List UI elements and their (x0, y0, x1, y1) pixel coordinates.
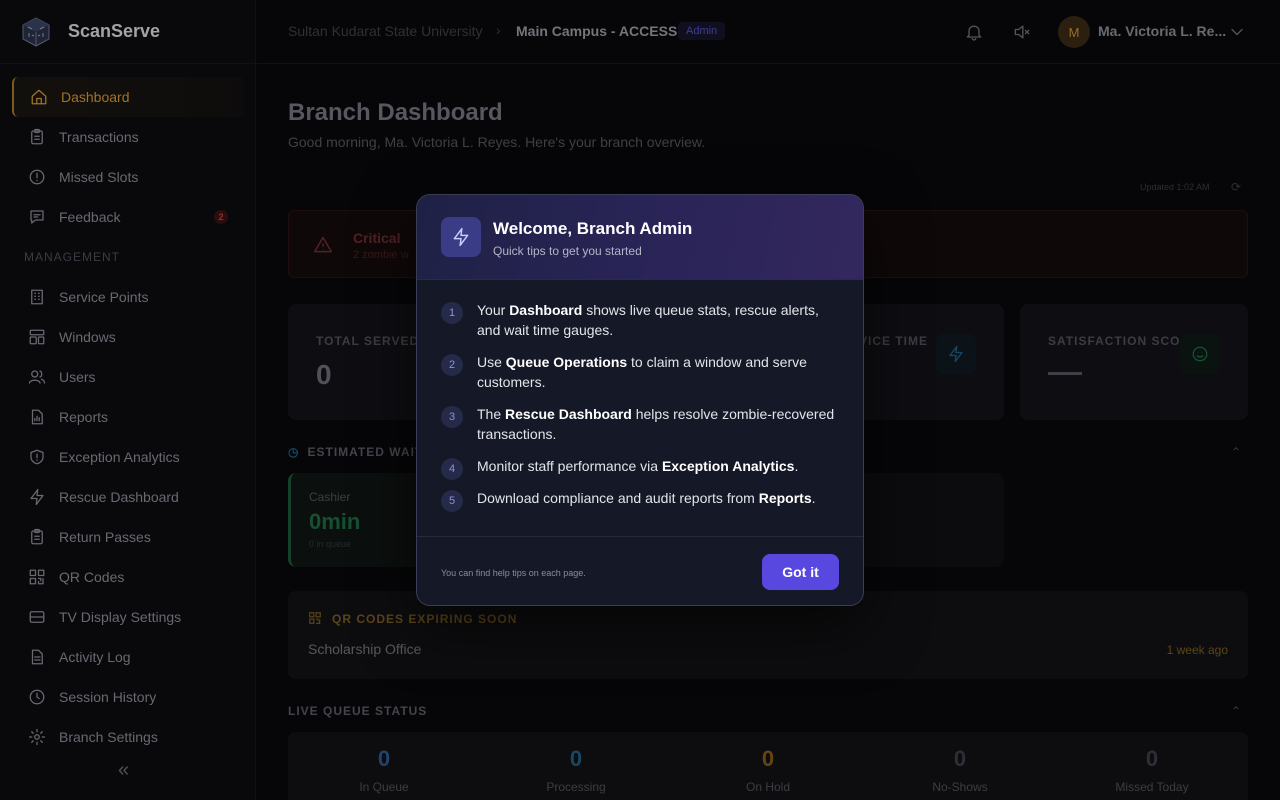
bolt-icon (441, 217, 481, 257)
tip-text: Your (477, 302, 510, 318)
welcome-modal: Welcome, Branch Admin Quick tips to get … (416, 194, 864, 606)
tip-item: 5 Download compliance and audit reports … (441, 488, 845, 512)
tip-highlight: Dashboard (509, 302, 583, 318)
tip-number: 2 (441, 354, 463, 376)
tip-number: 3 (441, 406, 463, 428)
tip-text: The (477, 406, 506, 422)
modal-header: Welcome, Branch Admin Quick tips to get … (417, 195, 863, 280)
tips-list: 1 Your Dashboard shows live queue stats,… (441, 300, 845, 520)
modal-title: Welcome, Branch Admin (493, 219, 693, 238)
tip-text: Download compliance and audit reports fr… (477, 490, 759, 506)
tip-number: 1 (441, 302, 463, 324)
tip-highlight: Queue Operations (505, 354, 628, 370)
tip-item: 1 Your Dashboard shows live queue stats,… (441, 300, 845, 340)
tip-item: 4 Monitor staff performance via Exceptio… (441, 456, 845, 480)
modal-subtitle: Quick tips to get you started (493, 244, 642, 258)
tip-highlight: Exception Analytics (661, 458, 795, 474)
tip-text: . (794, 458, 799, 474)
tip-highlight: Rescue Dashboard (505, 406, 632, 422)
tip-text: Use (477, 354, 506, 370)
tip-number: 5 (441, 490, 463, 512)
tip-item: 3 The Rescue Dashboard helps resolve zom… (441, 404, 845, 444)
tip-number: 4 (441, 458, 463, 480)
got-it-button[interactable]: Got it (762, 554, 839, 590)
modal-footer: You can find help tips on each page. Got… (417, 536, 863, 605)
help-note: You can find help tips on each page. (441, 568, 586, 578)
tip-item: 2 Use Queue Operations to claim a window… (441, 352, 845, 392)
tip-text: . (811, 490, 816, 506)
tip-text: Monitor staff performance via (477, 458, 662, 474)
tip-highlight: Reports (758, 490, 812, 506)
